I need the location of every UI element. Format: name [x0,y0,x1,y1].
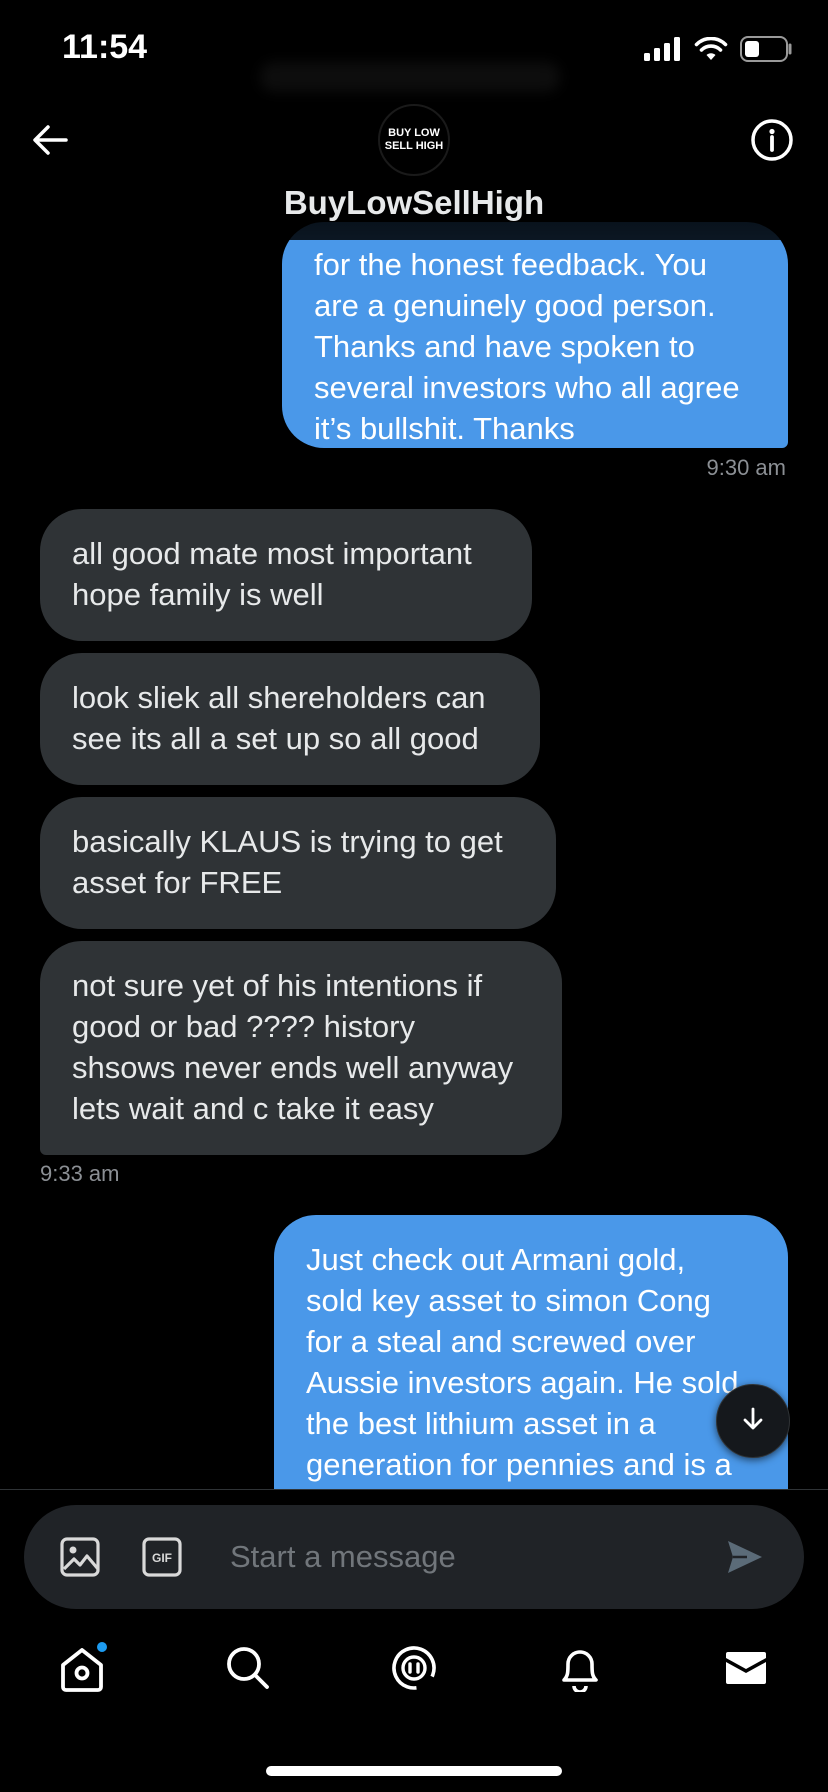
status-time: 11:54 [62,28,148,66]
home-indicator [266,1766,562,1776]
battery-icon [740,36,794,67]
back-arrow-icon[interactable] [28,118,72,162]
bottom-tab-bar [0,1640,828,1710]
status-bar: 11:54 [0,0,828,100]
message-composer: GIF Start a message [24,1505,804,1609]
gif-icon[interactable]: GIF [142,1537,182,1582]
svg-text:GIF: GIF [152,1551,172,1565]
message-outgoing[interactable]: Just check out Armani gold, sold key ass… [274,1215,788,1490]
image-icon[interactable] [60,1537,100,1582]
send-icon[interactable] [726,1539,764,1580]
message-incoming[interactable]: basically KLAUS is trying to get asset f… [40,797,556,929]
search-icon [225,1645,271,1696]
cellular-signal-icon [644,37,682,66]
tab-home[interactable] [52,1640,112,1700]
tab-messages[interactable] [716,1640,776,1700]
wifi-icon [694,36,728,66]
spaces-icon [390,1644,438,1697]
composer-divider [0,1489,828,1490]
message-outgoing[interactable]: for the honest feedback. You are a genui… [282,222,788,448]
avatar-text-line1: BUY LOW [388,127,440,139]
tab-search[interactable] [218,1640,278,1700]
contact-name[interactable]: BuyLowSellHigh [0,184,828,222]
bell-icon [558,1644,602,1697]
notification-dot [97,1642,107,1652]
scroll-to-bottom-button[interactable] [716,1384,790,1458]
avatar[interactable]: BUY LOW SELL HIGH [378,104,450,176]
message-incoming[interactable]: look sliek all shereholders can see its … [40,653,540,785]
message-input[interactable]: Start a message [230,1539,456,1575]
message-timestamp: 9:33 am [40,1161,120,1186]
status-icons [644,36,794,67]
arrow-down-icon [739,1405,767,1438]
tab-notifications[interactable] [550,1640,610,1700]
tab-spaces[interactable] [384,1640,444,1700]
avatar-text-line2: SELL HIGH [384,140,444,152]
message-incoming[interactable]: all good mate most important hope family… [40,509,532,641]
info-icon[interactable] [750,118,794,162]
message-incoming[interactable]: not sure yet of his intentions if good o… [40,941,562,1155]
message-timestamp: 9:30 am [706,455,787,480]
mail-icon [724,1650,768,1691]
